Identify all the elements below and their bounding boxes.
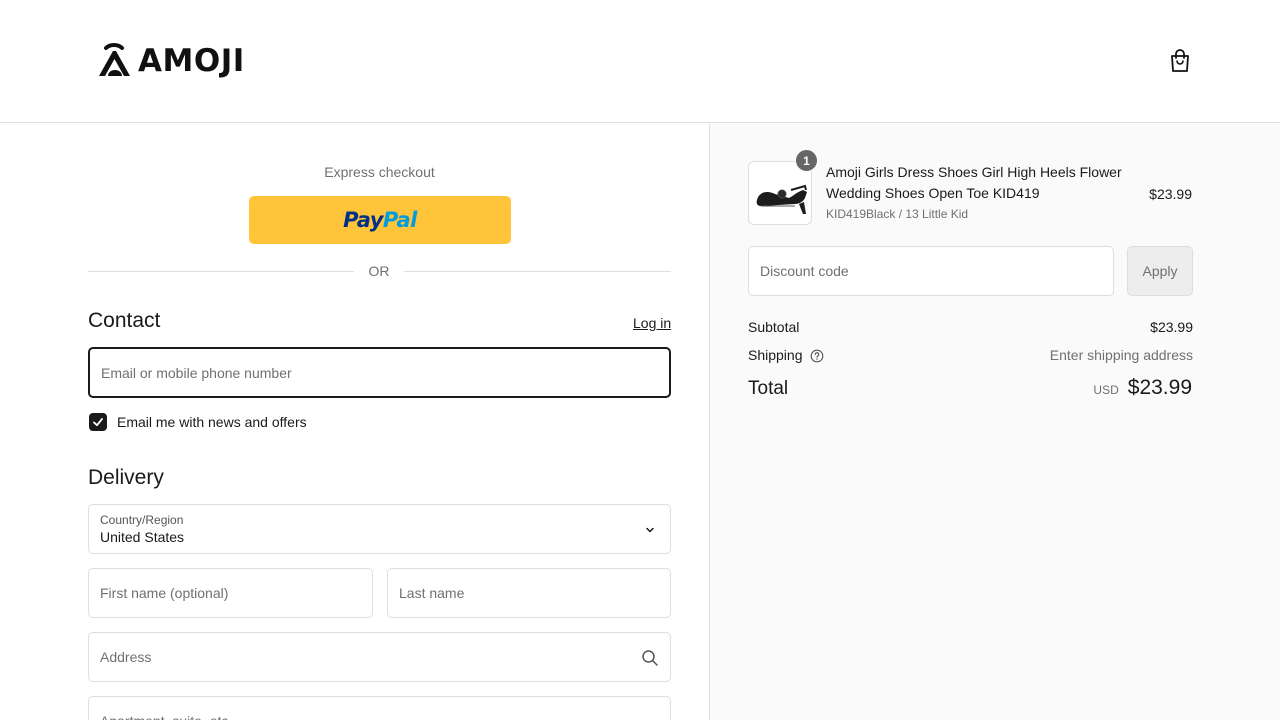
first-name-field xyxy=(88,568,373,618)
shipping-label: Shipping xyxy=(748,347,803,363)
quantity-badge: 1 xyxy=(795,149,818,172)
delivery-heading: Delivery xyxy=(88,466,164,489)
total-label: Total xyxy=(748,378,789,399)
country-select[interactable]: Country/Region United States xyxy=(88,504,671,554)
newsletter-checkbox[interactable] xyxy=(89,413,107,431)
brand-name: AMOJI xyxy=(138,43,245,79)
amoji-logo-icon xyxy=(99,43,130,76)
shopping-bag-icon[interactable] xyxy=(1168,48,1192,74)
divider-line xyxy=(88,271,354,272)
address-input[interactable] xyxy=(89,633,670,681)
checkmark-icon xyxy=(93,418,103,427)
search-icon xyxy=(642,650,658,666)
chevron-down-icon xyxy=(646,527,654,533)
last-name-input[interactable] xyxy=(388,569,670,617)
product-variant: KID419Black / 13 Little Kid xyxy=(826,207,969,221)
subtotal-label: Subtotal xyxy=(748,319,800,335)
country-label: Country/Region xyxy=(100,513,184,527)
shipping-row: Shipping Enter shipping address xyxy=(748,347,1193,363)
paypal-button[interactable]: PayPal xyxy=(249,196,511,244)
discount-input[interactable] xyxy=(749,247,1113,295)
or-divider: OR xyxy=(88,263,671,281)
apartment-field xyxy=(88,696,671,720)
email-field xyxy=(88,347,671,398)
contact-heading: Contact xyxy=(88,309,161,332)
discount-field xyxy=(748,246,1114,296)
first-name-input[interactable] xyxy=(89,569,372,617)
apartment-input[interactable] xyxy=(89,697,670,720)
paypal-logo: PayPal xyxy=(343,208,417,232)
or-text: OR xyxy=(368,263,390,279)
apply-discount-button[interactable]: Apply xyxy=(1127,246,1193,296)
newsletter-label: Email me with news and offers xyxy=(117,414,307,430)
country-value: United States xyxy=(100,529,185,545)
subtotal-row: Subtotal $23.99 xyxy=(748,319,1193,335)
shipping-value: Enter shipping address xyxy=(1049,347,1193,363)
product-name: Amoji Girls Dress Shoes Girl High Heels … xyxy=(826,164,1122,201)
address-field xyxy=(88,632,671,682)
currency-code: USD xyxy=(1093,383,1119,397)
login-link[interactable]: Log in xyxy=(633,315,671,331)
newsletter-checkbox-row[interactable]: Email me with news and offers xyxy=(89,413,307,431)
subtotal-value: $23.99 xyxy=(1150,319,1193,335)
help-circle-icon[interactable] xyxy=(810,349,824,363)
checkout-form-panel: Express checkout PayPal OR Contact Log i… xyxy=(0,124,709,720)
order-summary-panel: 1 Amoji Girls Dress Shoes Girl High Heel… xyxy=(709,124,1280,720)
divider-line xyxy=(404,271,671,272)
express-checkout-title: Express checkout xyxy=(324,164,435,180)
last-name-field xyxy=(387,568,671,618)
email-input[interactable] xyxy=(90,349,669,396)
site-header: AMOJI xyxy=(0,0,1280,123)
total-amount: $23.99 xyxy=(1127,376,1192,399)
product-price: $23.99 xyxy=(1149,186,1192,202)
brand-logo[interactable]: AMOJI xyxy=(96,42,245,80)
total-value-group: USD $23.99 xyxy=(1093,376,1192,400)
